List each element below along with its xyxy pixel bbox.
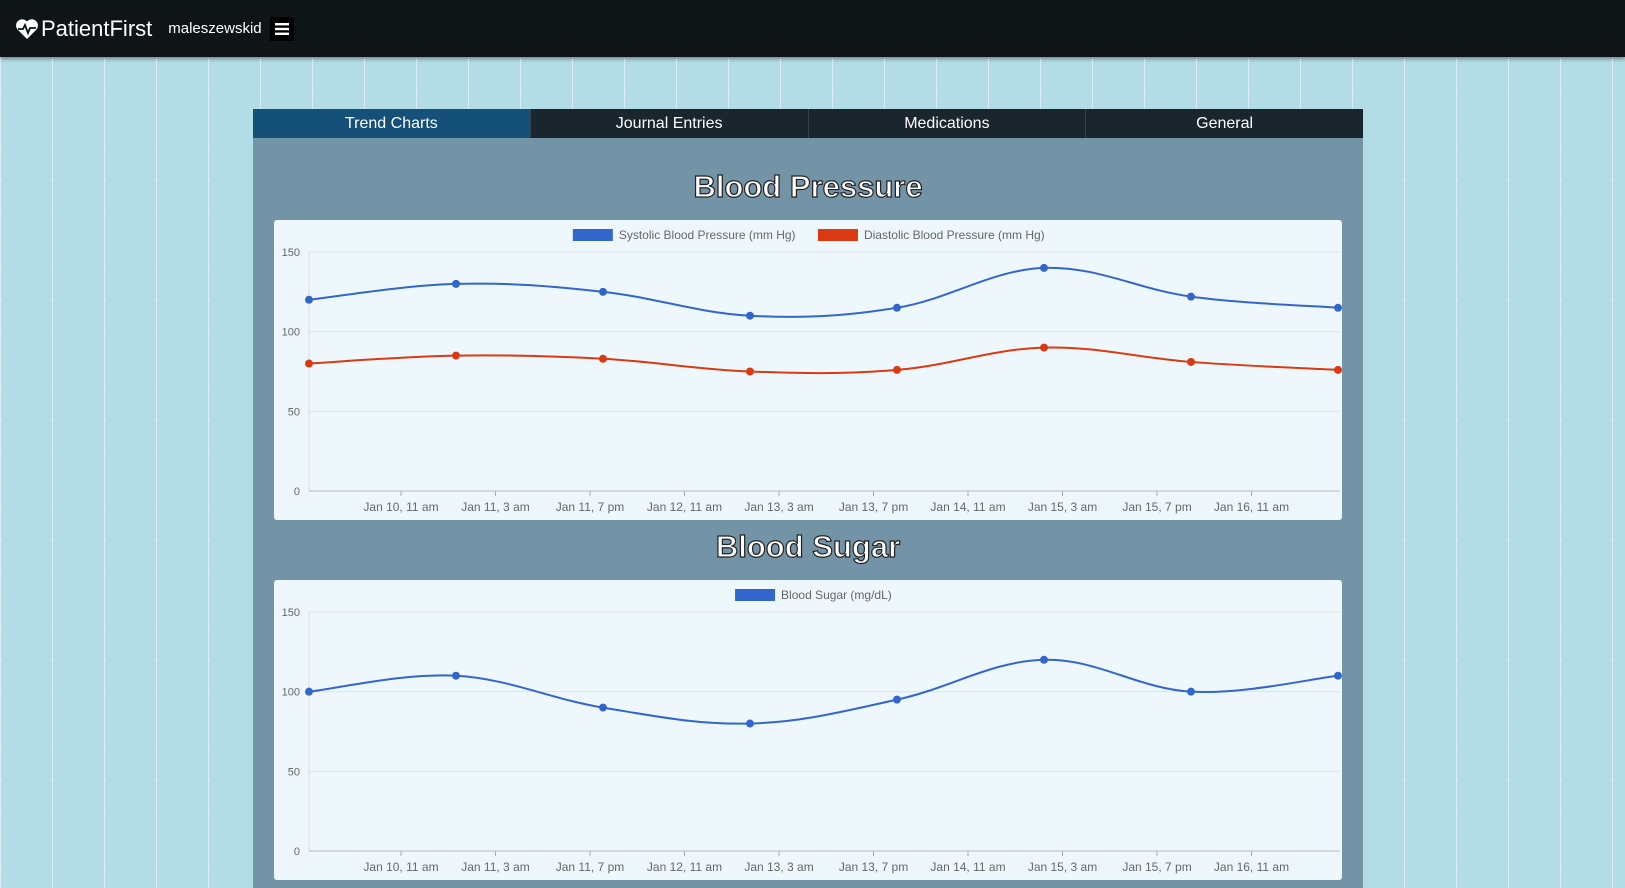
blood-pressure-chart: Systolic Blood Pressure (mm Hg) Diastolic…: [274, 220, 1342, 520]
data-point: [893, 695, 901, 704]
y-tick-label: 0: [294, 846, 300, 858]
legend-swatch: [735, 589, 776, 601]
x-tick-label: Jan 15, 3 am: [1028, 500, 1097, 514]
brand-name: PatientFirst: [41, 15, 153, 41]
x-tick-label: Jan 13, 3 am: [744, 860, 813, 874]
blood-sugar-title: Blood Sugar: [715, 528, 901, 564]
chart-svg-0: Systolic Blood Pressure (mm Hg) Diastolic…: [282, 228, 1342, 514]
series-line: [308, 266, 1339, 318]
blood-sugar-chart: Blood Sugar (mg/dL) 0 50 100 150 Jan 10, 11 a…: [274, 580, 1342, 880]
x-tick-label: Jan 14, 11 am: [930, 860, 1005, 874]
tab-bar: Trend Charts Journal Entries Medications…: [253, 109, 1363, 138]
data-point: [1187, 687, 1195, 696]
brand-link[interactable]: PatientFirst: [15, 16, 152, 42]
x-tick-label: Jan 15, 7 pm: [1122, 500, 1191, 514]
x-tick-label: Jan 12, 11 am: [647, 860, 722, 874]
data-point: [746, 367, 754, 376]
x-tick-label: Jan 11, 7 pm: [556, 500, 624, 514]
data-point: [893, 365, 901, 374]
data-point: [452, 671, 460, 680]
data-point: [1040, 343, 1048, 352]
data-point: [452, 351, 460, 360]
username-label[interactable]: maleszewskid: [168, 20, 261, 37]
x-tick-label: Jan 12, 11 am: [647, 500, 722, 514]
x-tick-label: Jan 15, 7 pm: [1122, 860, 1191, 874]
data-point: [305, 359, 313, 368]
legend-label: Systolic Blood Pressure (mm Hg): [619, 228, 796, 242]
x-tick-label: Jan 13, 7 pm: [839, 860, 908, 874]
heart-pulse-icon: [16, 18, 38, 39]
chart-svg-1: Blood Sugar (mg/dL) 0 50 100 150 Jan 10, 11 a…: [282, 588, 1342, 874]
tab-general[interactable]: General: [1086, 109, 1363, 138]
data-point: [1040, 263, 1048, 272]
blood-pressure-title: Blood Pressure: [693, 168, 923, 204]
x-tick-label: Jan 16, 11 am: [1214, 500, 1289, 514]
x-tick-label: Jan 16, 11 am: [1214, 860, 1289, 874]
x-tick-label: Jan 14, 11 am: [930, 500, 1005, 514]
y-tick-label: 150: [282, 247, 300, 259]
data-point: [1187, 292, 1195, 301]
data-point: [599, 287, 607, 296]
data-point: [893, 303, 901, 312]
data-point: [305, 687, 313, 696]
x-tick-label: Jan 11, 3 am: [461, 860, 529, 874]
x-tick-label: Jan 11, 3 am: [461, 500, 529, 514]
data-point: [1040, 655, 1048, 664]
x-tick-label: Jan 13, 3 am: [744, 500, 813, 514]
tab-journal-entries[interactable]: Journal Entries: [530, 109, 809, 138]
tab-trend-charts[interactable]: Trend Charts: [253, 109, 531, 138]
x-tick-label: Jan 13, 7 pm: [839, 500, 908, 514]
data-point: [305, 295, 313, 304]
hamburger-menu-icon: [274, 22, 289, 35]
data-point: [746, 719, 754, 728]
y-tick-label: 100: [282, 687, 300, 699]
x-tick-label: Jan 10, 11 am: [363, 500, 438, 514]
main-panel: Trend Charts Journal Entries Medications…: [253, 109, 1363, 888]
x-tick-label: Jan 10, 11 am: [363, 860, 438, 874]
y-tick-label: 50: [288, 766, 300, 778]
data-point: [1334, 303, 1342, 312]
legend-swatch: [572, 229, 613, 241]
series-line: [308, 346, 1339, 375]
data-point: [452, 279, 460, 288]
data-point: [1334, 671, 1342, 680]
legend-label: Diastolic Blood Pressure (mm Hg): [864, 228, 1045, 242]
x-tick-label: Jan 11, 7 pm: [556, 860, 624, 874]
legend-swatch: [817, 229, 858, 241]
y-tick-label: 0: [294, 486, 300, 498]
data-point: [746, 311, 754, 320]
data-point: [1187, 357, 1195, 366]
y-tick-label: 50: [288, 406, 300, 418]
top-navbar: PatientFirst maleszewskid: [0, 0, 1625, 57]
menu-button[interactable]: [269, 16, 294, 41]
data-point: [1334, 365, 1342, 374]
data-point: [599, 354, 607, 363]
x-tick-label: Jan 15, 3 am: [1028, 860, 1097, 874]
legend-label: Blood Sugar (mg/dL): [781, 588, 892, 602]
y-tick-label: 150: [282, 607, 300, 619]
y-tick-label: 100: [282, 327, 300, 339]
data-point: [599, 703, 607, 712]
tab-medications[interactable]: Medications: [808, 109, 1087, 138]
